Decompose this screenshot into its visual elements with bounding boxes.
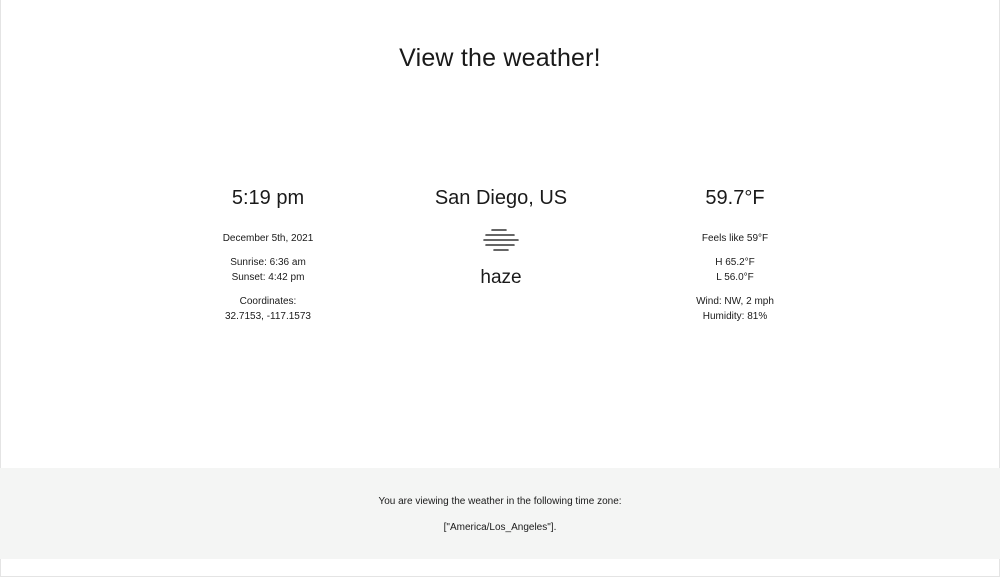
temperature-column: 59.7°F Feels like 59°F H 65.2°F L 56.0°F… xyxy=(615,185,855,333)
location-name: San Diego, US xyxy=(434,187,568,209)
wind-info: Wind: NW, 2 mph xyxy=(696,296,774,307)
coordinates-value: 32.7153, -117.1573 xyxy=(224,311,311,322)
timezone-value: ["America/Los_Angeles"]. xyxy=(443,522,557,533)
wind-humidity: Wind: NW, 2 mph Humidity: 81% xyxy=(615,294,855,324)
current-date: December 5th, 2021 xyxy=(222,233,314,244)
coordinates-label: Coordinates: xyxy=(239,296,297,307)
sunset-time: Sunset: 4:42 pm xyxy=(231,272,305,283)
local-time: 5:19 pm xyxy=(231,187,305,209)
location-column: San Diego, US haze xyxy=(381,185,621,290)
humidity-info: Humidity: 81% xyxy=(702,311,768,322)
footer: You are viewing the weather in the follo… xyxy=(0,468,1000,559)
high-low: H 65.2°F L 56.0°F xyxy=(615,255,855,285)
sunrise-time: Sunrise: 6:36 am xyxy=(230,257,306,268)
page-title: View the weather! xyxy=(399,44,601,72)
time-column: 5:19 pm December 5th, 2021 Sunrise: 6:36… xyxy=(148,185,388,333)
haze-icon xyxy=(483,229,519,251)
low-temperature: L 56.0°F xyxy=(716,272,754,283)
coordinates: Coordinates: 32.7153, -117.1573 xyxy=(148,294,388,324)
high-temperature: H 65.2°F xyxy=(715,257,755,268)
feels-like: Feels like 59°F xyxy=(701,233,769,244)
current-temperature: 59.7°F xyxy=(705,187,765,209)
sun-times: Sunrise: 6:36 am Sunset: 4:42 pm xyxy=(148,255,388,285)
timezone-message: You are viewing the weather in the follo… xyxy=(378,496,622,507)
weather-condition: haze xyxy=(480,267,522,288)
